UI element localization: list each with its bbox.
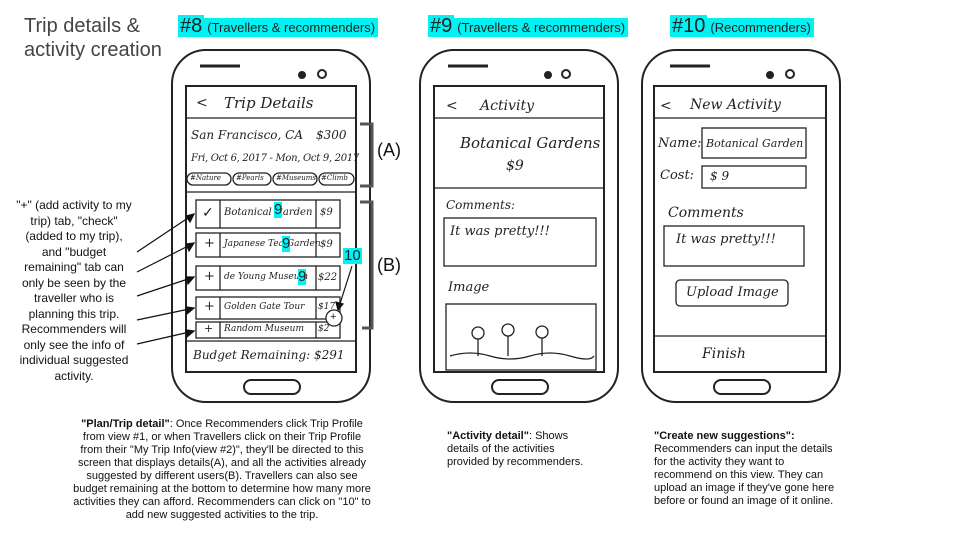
add-activity-icon[interactable]: + <box>204 322 213 335</box>
name-label: Name: <box>658 136 702 151</box>
label-b: (B) <box>377 255 401 275</box>
activity-name[interactable]: Japanese Tea Garden <box>224 239 321 249</box>
tag: #Climb <box>321 174 348 182</box>
budget-remaining: Budget Remaining: $291 <box>193 348 345 362</box>
screen-title: Activity <box>480 98 534 114</box>
home-button-10 <box>713 379 771 395</box>
side-note: "+" (add activity to my trip) tab, "chec… <box>16 198 132 383</box>
label-a: (A) <box>377 140 401 160</box>
tag: #Nature <box>190 174 221 182</box>
activity-name[interactable]: de Young Museum <box>224 272 308 282</box>
ref-marker-9[interactable]: 9 <box>282 236 291 252</box>
activity-title: Botanical Gardens <box>460 134 601 152</box>
image-label: Image <box>448 280 490 295</box>
tag: #Museums <box>276 174 317 182</box>
activity-name[interactable]: Random Museum <box>224 324 304 334</box>
name-field[interactable]: Botanical Garden <box>706 137 803 150</box>
caption-title: "Plan/Trip detail" <box>81 418 170 430</box>
trip-dates: Fri, Oct 6, 2017 - Mon, Oct 9, 2017 <box>191 153 359 164</box>
screen-title: Trip Details <box>224 94 314 112</box>
cost-field[interactable]: $ 9 <box>710 169 729 183</box>
upload-image-button[interactable]: Upload Image <box>686 285 779 300</box>
caption-body: : Once Recommenders click Trip Profile f… <box>73 418 371 521</box>
flowers-image-sketch <box>449 323 595 360</box>
back-button[interactable]: < <box>660 98 672 114</box>
add-activity-icon[interactable]: + <box>204 299 215 314</box>
caption-title: "Activity detail" <box>447 430 529 442</box>
caption-title: "Create new suggestions": <box>654 430 795 442</box>
add-activity-icon[interactable]: + <box>204 269 215 284</box>
phone-screen-10 <box>653 85 827 373</box>
back-button[interactable]: < <box>446 98 458 114</box>
added-check-icon[interactable]: ✓ <box>202 205 214 221</box>
activity-cost: $9 <box>320 239 333 250</box>
add-suggestion-button[interactable]: + <box>330 310 336 324</box>
caption-view-9: "Activity detail": Shows details of the … <box>447 430 595 469</box>
activity-name[interactable]: Golden Gate Tour <box>224 302 304 312</box>
caption-view-8: "Plan/Trip detail": Once Recommenders cl… <box>72 418 372 522</box>
trip-price: $300 <box>316 128 347 142</box>
activity-cost: $22 <box>318 272 338 283</box>
activity-cost: $2 <box>318 324 330 334</box>
caption-view-10: "Create new suggestions": Recommenders c… <box>654 430 838 508</box>
home-button-8 <box>243 379 301 395</box>
ref-marker-10[interactable]: 10 <box>343 248 362 264</box>
cost-label: Cost: <box>660 168 695 183</box>
caption-body: Recommenders can input the details for t… <box>654 443 835 507</box>
comment-text: It was pretty!!! <box>450 224 550 239</box>
activity-cost: $9 <box>320 207 333 218</box>
trip-location: San Francisco, CA <box>191 128 304 142</box>
screen-title: New Activity <box>690 97 781 113</box>
comment-field[interactable]: It was pretty!!! <box>676 232 776 247</box>
comments-label: Comments: <box>446 198 516 212</box>
activity-cost: $9 <box>506 158 524 174</box>
activity-name[interactable]: Botanical Garden <box>224 207 312 218</box>
comments-label: Comments <box>668 205 744 221</box>
ref-marker-9[interactable]: 9 <box>298 269 307 285</box>
home-button-9 <box>491 379 549 395</box>
add-activity-icon[interactable]: + <box>204 236 215 251</box>
tag: #Pearls <box>236 174 264 182</box>
ref-marker-9[interactable]: 9 <box>274 202 283 218</box>
back-button[interactable]: < <box>196 95 208 111</box>
finish-button[interactable]: Finish <box>702 346 746 362</box>
